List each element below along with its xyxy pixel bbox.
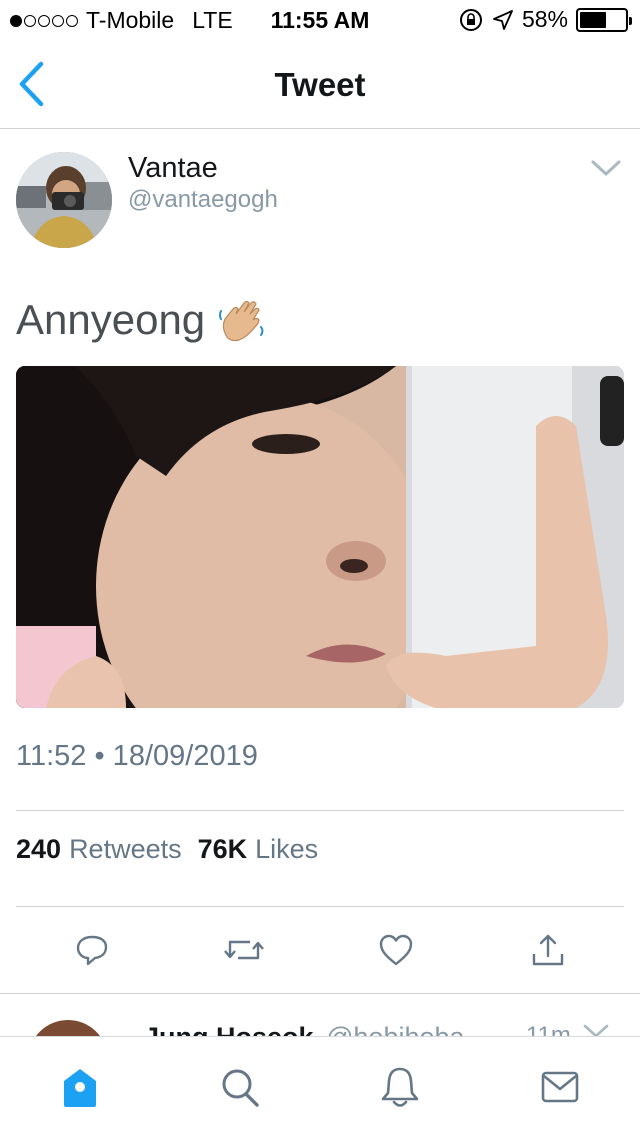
status-left: T-Mobile LTE bbox=[10, 7, 233, 34]
tab-bar bbox=[0, 1036, 640, 1136]
tweet-header: Vantae @vantaegogh bbox=[16, 152, 624, 252]
search-icon bbox=[222, 1069, 259, 1107]
share-button[interactable] bbox=[524, 926, 572, 974]
reply-time: 11m bbox=[526, 1022, 571, 1037]
reply-author-handle: @hobihoba bbox=[326, 1022, 465, 1037]
tab-messages[interactable] bbox=[536, 1063, 584, 1111]
reply-preview[interactable]: Jung Hoseok @hobihoba 11m bbox=[0, 993, 640, 1037]
bell-icon bbox=[381, 1067, 419, 1107]
retweet-button[interactable] bbox=[220, 926, 268, 974]
network-type: LTE bbox=[192, 7, 233, 33]
status-bar: T-Mobile LTE 11:55 AM 58% bbox=[0, 0, 640, 40]
like-label[interactable]: Likes bbox=[255, 834, 318, 865]
tab-home[interactable] bbox=[56, 1063, 104, 1111]
chevron-down-icon bbox=[591, 160, 621, 176]
reply-author-name: Jung Hoseok bbox=[144, 1022, 314, 1037]
location-arrow-icon bbox=[493, 9, 513, 30]
like-count[interactable]: 76K bbox=[198, 834, 248, 865]
carrier-name: T-Mobile bbox=[86, 7, 175, 33]
like-button[interactable] bbox=[372, 926, 420, 974]
battery-percent: 58% bbox=[521, 6, 568, 32]
tweet-options-button[interactable] bbox=[588, 154, 624, 182]
back-button[interactable] bbox=[14, 60, 48, 108]
tweet-image[interactable] bbox=[16, 366, 624, 708]
reply-avatar[interactable] bbox=[28, 1020, 108, 1037]
retweet-icon bbox=[224, 940, 264, 960]
signal-strength-icon bbox=[10, 14, 78, 27]
tweet-text: Annyeong bbox=[16, 296, 267, 344]
tweet-action-bar bbox=[0, 906, 640, 994]
author-name[interactable]: Vantae bbox=[128, 152, 218, 185]
heart-icon bbox=[379, 934, 413, 966]
mail-icon bbox=[541, 1071, 579, 1103]
tab-notifications[interactable] bbox=[376, 1063, 424, 1111]
page-title: Tweet bbox=[274, 66, 366, 103]
avatar[interactable] bbox=[16, 152, 112, 248]
author-handle[interactable]: @vantaegogh bbox=[128, 186, 278, 214]
waving-hand-icon bbox=[219, 300, 264, 342]
retweet-count[interactable]: 240 bbox=[16, 834, 61, 865]
tab-search[interactable] bbox=[216, 1063, 264, 1111]
reply-button[interactable] bbox=[68, 926, 116, 974]
nav-header: Tweet bbox=[0, 40, 640, 129]
status-right: 58% bbox=[458, 6, 632, 33]
battery-icon bbox=[576, 7, 632, 32]
tweet-text-content: Annyeong bbox=[16, 296, 206, 343]
orientation-lock-icon bbox=[459, 8, 482, 31]
retweet-label[interactable]: Retweets bbox=[69, 834, 182, 865]
reply-icon bbox=[76, 935, 108, 966]
chevron-down-icon[interactable] bbox=[582, 1022, 610, 1037]
tweet-timestamp: 11:52 • 18/09/2019 bbox=[16, 740, 258, 772]
tweet-stats: 240 Retweets 76K Likes bbox=[16, 834, 334, 865]
home-icon bbox=[64, 1069, 96, 1107]
divider bbox=[16, 810, 624, 811]
chevron-left-icon bbox=[19, 61, 44, 107]
share-icon bbox=[532, 934, 564, 966]
